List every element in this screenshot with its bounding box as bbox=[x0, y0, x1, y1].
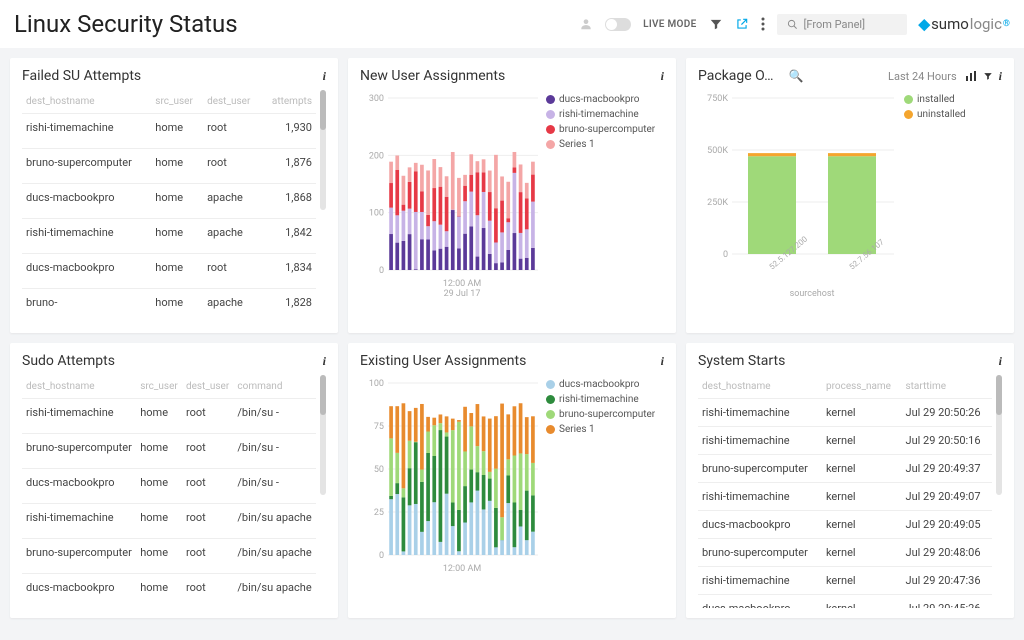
legend-item[interactable]: rishi-timemachine bbox=[546, 394, 655, 405]
toolbar: LIVE MODE [From Panel] ◆sumologic® bbox=[579, 14, 1010, 35]
table-row[interactable]: rishi-timemachinehomeroot1,930 bbox=[22, 114, 316, 149]
table-row[interactable]: bruno-supercomputerhomeroot/bin/su apach… bbox=[22, 539, 316, 574]
svg-text:25: 25 bbox=[374, 508, 384, 518]
system-starts-table: dest_hostname process_name starttime ris… bbox=[698, 375, 992, 608]
table-row[interactable]: ducs-macbookprohomeroot/bin/su apache bbox=[22, 574, 316, 608]
table-row[interactable]: bruno-homeapache1,828 bbox=[22, 289, 316, 323]
table-row[interactable]: rishi-timemachinehomeroot/bin/su - bbox=[22, 399, 316, 434]
search-placeholder: [From Panel] bbox=[804, 18, 866, 31]
scrollbar[interactable] bbox=[996, 375, 1002, 495]
svg-text:200: 200 bbox=[369, 151, 384, 161]
scrollbar[interactable] bbox=[320, 90, 326, 210]
legend-item[interactable]: Series 1 bbox=[546, 424, 655, 435]
new-users-legend: ducs-macbookpro rishi-timemachine bruno-su… bbox=[546, 90, 655, 323]
table-row[interactable]: rishi-timemachinekernelJul 29 20:47:36 bbox=[698, 567, 992, 595]
legend-item[interactable]: uninstalled bbox=[904, 109, 966, 120]
svg-text:0: 0 bbox=[379, 266, 384, 276]
filter-icon[interactable] bbox=[709, 17, 723, 31]
svg-text:sourcehost: sourcehost bbox=[790, 289, 835, 299]
filter-icon[interactable] bbox=[983, 71, 993, 81]
legend-item[interactable]: installed bbox=[904, 94, 966, 105]
timerange[interactable]: Last 24 Hours bbox=[888, 70, 957, 83]
magnify-icon[interactable]: 🔍 bbox=[789, 69, 804, 83]
table-row[interactable]: bruno-supercomputerkernelJul 29 20:49:37 bbox=[698, 455, 992, 483]
table-row[interactable]: bruno-supercomputerhomeroot1,876 bbox=[22, 149, 316, 184]
svg-text:750K: 750K bbox=[707, 94, 728, 104]
table-row[interactable]: bruno-supercomputerhomeroot/bin/su - bbox=[22, 434, 316, 469]
table-row[interactable]: rishi-timemachinekernelJul 29 20:50:16 bbox=[698, 427, 992, 455]
info-icon[interactable]: i bbox=[661, 69, 664, 84]
panel-title: Failed SU Attempts bbox=[22, 68, 323, 84]
panel-title: Sudo Attempts bbox=[22, 353, 323, 369]
table-row[interactable]: ducs-macbookprohomeroot/bin/su - bbox=[22, 469, 316, 504]
app-header: Linux Security Status LIVE MODE [From Pa… bbox=[0, 0, 1024, 48]
package-legend: installed uninstalled bbox=[904, 90, 966, 323]
legend-item[interactable]: Series 1 bbox=[546, 139, 655, 150]
table-row[interactable]: rishi-timemachinekernelJul 29 20:49:07 bbox=[698, 483, 992, 511]
info-icon[interactable]: i bbox=[661, 354, 664, 369]
package-chart: 0250K500K750K52.5.127.20052.7.56.107sour… bbox=[698, 90, 898, 300]
scrollbar[interactable] bbox=[320, 375, 326, 495]
table-row[interactable]: rishi-timemachinehomeapache1,842 bbox=[22, 219, 316, 254]
panel-sudo: Sudo Attempts i dest_hostname src_user d… bbox=[10, 343, 338, 618]
table-row[interactable]: ducs-macbookprokernelJul 29 20:45:26 bbox=[698, 595, 992, 609]
legend-item[interactable]: ducs-macbookpro bbox=[546, 379, 655, 390]
svg-text:500K: 500K bbox=[707, 146, 728, 156]
legend-item[interactable]: ducs-macbookpro bbox=[546, 94, 655, 105]
existing-users-chart: 0 25 50 75 100 12:00 AM bbox=[360, 375, 540, 585]
svg-text:12:00 AM29 Jul 17: 12:00 AM29 Jul 17 bbox=[443, 279, 482, 299]
svg-text:0: 0 bbox=[723, 250, 728, 260]
svg-text:0: 0 bbox=[379, 551, 384, 561]
panel-system-starts: System Starts i dest_hostname process_na… bbox=[686, 343, 1014, 618]
panel-title: Existing User Assignments bbox=[360, 353, 661, 369]
table-row[interactable]: ducs-macbookprokernelJul 29 20:49:05 bbox=[698, 511, 992, 539]
svg-text:75: 75 bbox=[374, 422, 384, 432]
sudo-table: dest_hostname src_user dest_user command… bbox=[22, 375, 316, 608]
more-icon[interactable] bbox=[761, 17, 765, 31]
page-title: Linux Security Status bbox=[14, 10, 579, 38]
svg-text:100: 100 bbox=[369, 209, 384, 219]
panel-title: Package O… bbox=[698, 68, 783, 84]
table-row[interactable]: rishi-timemachinehomeroot/bin/su apache bbox=[22, 504, 316, 539]
info-icon[interactable]: i bbox=[999, 354, 1002, 369]
info-icon[interactable]: i bbox=[323, 69, 326, 84]
share-icon[interactable] bbox=[735, 17, 749, 31]
svg-text:250K: 250K bbox=[707, 198, 728, 208]
chart-type-icon[interactable] bbox=[965, 70, 977, 82]
brand-logo: ◆sumologic® bbox=[919, 15, 1010, 33]
panel-new-users: New User Assignments i 0 100 200 300 12:00 A… bbox=[348, 58, 676, 333]
table-row[interactable]: ducs-macbookprohomeroot1,834 bbox=[22, 254, 316, 289]
live-mode-toggle[interactable] bbox=[605, 18, 631, 31]
legend-item[interactable]: rishi-timemachine bbox=[546, 109, 655, 120]
svg-text:50: 50 bbox=[374, 465, 384, 475]
panel-existing-users: Existing User Assignments i 0 25 50 75 100 12… bbox=[348, 343, 676, 618]
legend-item[interactable]: bruno-supercomputer bbox=[546, 124, 655, 135]
svg-text:300: 300 bbox=[369, 94, 384, 104]
search-icon bbox=[787, 19, 798, 30]
user-icon bbox=[579, 17, 593, 31]
panel-title: New User Assignments bbox=[360, 68, 661, 84]
table-row[interactable]: rishi-timemachinekernelJul 29 20:50:26 bbox=[698, 399, 992, 427]
new-users-chart: 0 100 200 300 12:00 AM29 Jul 17 bbox=[360, 90, 540, 300]
panel-search[interactable]: [From Panel] bbox=[777, 14, 907, 35]
svg-text:100: 100 bbox=[369, 379, 384, 389]
info-icon[interactable]: i bbox=[323, 354, 326, 369]
panel-failed-su: Failed SU Attempts i dest_hostname src_u… bbox=[10, 58, 338, 333]
table-row[interactable]: bruno-supercomputerkernelJul 29 20:48:06 bbox=[698, 539, 992, 567]
failed-su-table: dest_hostname src_user dest_user attempt… bbox=[22, 90, 316, 323]
dashboard-grid: Failed SU Attempts i dest_hostname src_u… bbox=[0, 48, 1024, 628]
legend-item[interactable]: bruno-supercomputer bbox=[546, 409, 655, 420]
panel-title: System Starts bbox=[698, 353, 999, 369]
info-icon[interactable]: i bbox=[999, 69, 1002, 84]
existing-users-legend: ducs-macbookpro rishi-timemachine bruno-su… bbox=[546, 375, 655, 608]
table-row[interactable]: ducs-macbookprohomeapache1,868 bbox=[22, 184, 316, 219]
panel-package: Package O… 🔍 Last 24 Hours i 0 250K 500K 75… bbox=[686, 58, 1014, 333]
live-mode-label: LIVE MODE bbox=[643, 19, 696, 30]
svg-text:12:00 AM: 12:00 AM bbox=[443, 564, 482, 574]
